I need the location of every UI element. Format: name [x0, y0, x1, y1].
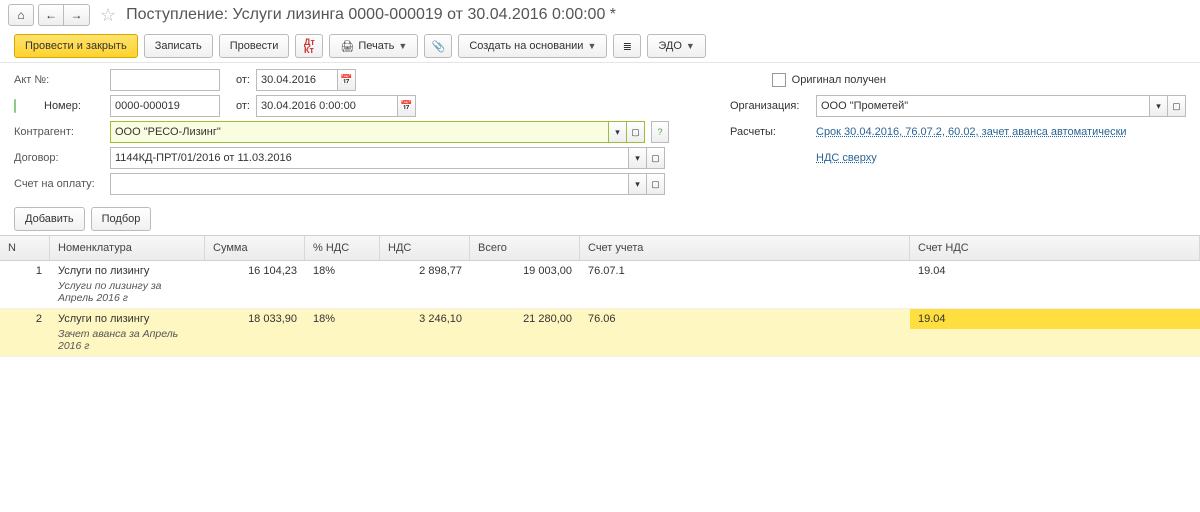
help-button[interactable]: ?	[651, 121, 669, 143]
favorite-icon[interactable]: ☆	[100, 5, 116, 26]
clip-icon	[431, 40, 445, 53]
open-button[interactable]: ▢	[647, 173, 665, 195]
col-sum[interactable]: Сумма	[205, 236, 305, 260]
invoice-input[interactable]	[110, 173, 629, 195]
calendar-icon[interactable]	[398, 95, 416, 117]
counterparty-input[interactable]: ООО "РЕСО-Лизинг"	[110, 121, 609, 143]
create-based-button[interactable]: Создать на основании▼	[458, 34, 607, 58]
invoice-label: Счет на оплату:	[14, 178, 104, 190]
write-button[interactable]: Записать	[144, 34, 213, 58]
col-nom[interactable]: Номенклатура	[50, 236, 205, 260]
open-button[interactable]: ▢	[627, 121, 645, 143]
contract-input[interactable]: 1144КД-ПРТ/01/2016 от 11.03.2016	[110, 147, 629, 169]
dtkt-button[interactable]: ДтКт	[295, 34, 323, 58]
attach-button[interactable]	[424, 34, 452, 58]
vat-link[interactable]: НДС сверху	[816, 152, 1186, 164]
add-button[interactable]: Добавить	[14, 207, 85, 231]
dropdown-button[interactable]: ▾	[1150, 95, 1168, 117]
open-button[interactable]: ▢	[647, 147, 665, 169]
original-label: Оригинал получен	[792, 74, 886, 86]
counterparty-label: Контрагент:	[14, 126, 104, 138]
dropdown-button[interactable]: ▾	[629, 147, 647, 169]
dropdown-button[interactable]: ▾	[609, 121, 627, 143]
dropdown-button[interactable]: ▾	[629, 173, 647, 195]
original-checkbox[interactable]	[772, 73, 786, 87]
window-title: Поступление: Услуги лизинга 0000-000019 …	[126, 6, 616, 24]
back-button[interactable]: ←	[38, 4, 64, 26]
chevron-down-icon: ▼	[587, 41, 596, 51]
col-n[interactable]: N	[0, 236, 50, 260]
num-from-label: от:	[226, 100, 250, 112]
open-button[interactable]: ▢	[1168, 95, 1186, 117]
col-acc[interactable]: Счет учета	[580, 236, 910, 260]
edo-button[interactable]: ЭДО▼	[647, 34, 705, 58]
act-label: Акт №:	[14, 74, 104, 86]
datetime-input[interactable]: 30.04.2016 0:00:00	[256, 95, 398, 117]
chevron-down-icon: ▼	[398, 41, 407, 51]
table-row[interactable]: 2 Услуги по лизингуЗачет аванса за Апрел…	[0, 309, 1200, 357]
settlements-label: Расчеты:	[730, 126, 810, 138]
col-vatacc[interactable]: Счет НДС	[910, 236, 1200, 260]
dtkt-icon: ДтКт	[304, 38, 315, 54]
number-input[interactable]: 0000-000019	[110, 95, 220, 117]
act-date-input[interactable]: 30.04.2016	[256, 69, 338, 91]
col-vat[interactable]: НДС	[380, 236, 470, 260]
post-close-button[interactable]: Провести и закрыть	[14, 34, 138, 58]
list-icon	[623, 40, 632, 53]
doc-icon	[14, 99, 16, 113]
act-number-input[interactable]	[110, 69, 220, 91]
org-label: Организация:	[730, 100, 810, 112]
items-grid: N Номенклатура Сумма % НДС НДС Всего Сче…	[0, 235, 1200, 357]
chevron-down-icon: ▼	[686, 41, 695, 51]
col-total[interactable]: Всего	[470, 236, 580, 260]
pick-button[interactable]: Подбор	[91, 207, 152, 231]
structure-button[interactable]	[613, 34, 641, 58]
number-label: Номер:	[44, 100, 104, 112]
table-row[interactable]: 1 Услуги по лизингуУслуги по лизингу за …	[0, 261, 1200, 309]
calendar-icon[interactable]	[338, 69, 356, 91]
home-button[interactable]: ⌂	[8, 4, 34, 26]
print-button[interactable]: Печать▼	[329, 34, 418, 58]
col-vatpct[interactable]: % НДС	[305, 236, 380, 260]
forward-button[interactable]: →	[64, 4, 90, 26]
printer-icon	[340, 40, 354, 53]
act-from-label: от:	[226, 74, 250, 86]
post-button[interactable]: Провести	[219, 34, 290, 58]
org-input[interactable]: ООО "Прометей"	[816, 95, 1150, 117]
contract-label: Договор:	[14, 152, 104, 164]
settlements-link[interactable]: Срок 30.04.2016, 76.07.2, 60.02, зачет а…	[816, 126, 1186, 138]
